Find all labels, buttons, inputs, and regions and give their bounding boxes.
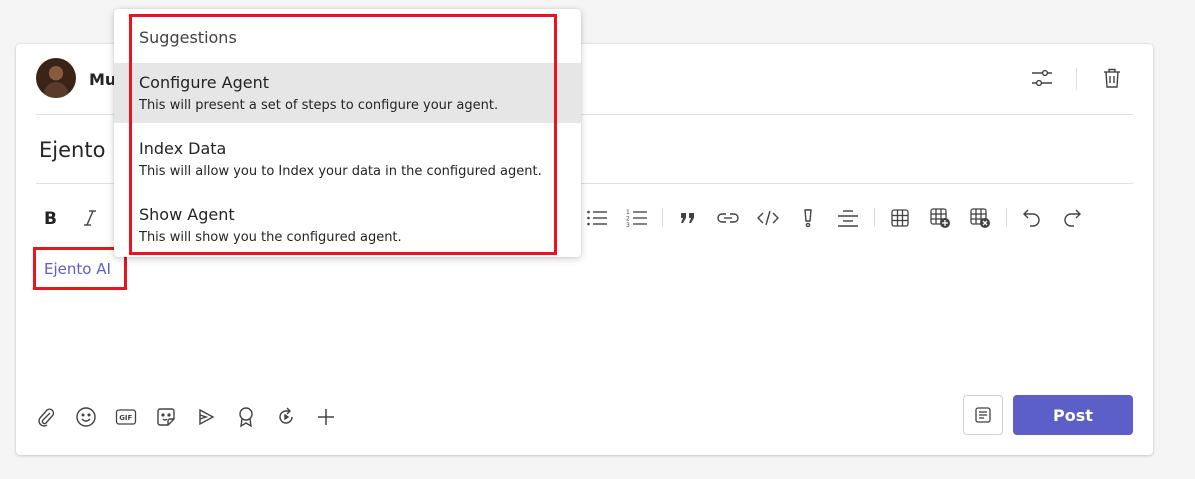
header-divider [1076,68,1077,90]
emoji-icon[interactable] [72,403,100,431]
bulleted-list-icon[interactable] [583,204,611,232]
toolbar-separator [662,208,663,226]
redo-icon[interactable] [1058,204,1086,232]
suggestion-description: This will show you the configured agent. [139,230,402,245]
praise-icon[interactable] [232,403,260,431]
svg-text:GIF: GIF [119,414,132,422]
options-sliders-icon[interactable] [1028,64,1056,92]
gif-icon[interactable]: GIF [112,403,140,431]
toolbar-separator [874,208,875,226]
sticker-icon[interactable] [152,403,180,431]
suggestion-index-data[interactable]: Index Data This will allow you to Index … [114,129,581,189]
suggestions-title: Suggestions [139,28,237,47]
italic-icon[interactable] [76,204,104,232]
svg-text:B: B [44,209,57,227]
user-name: Mu [89,70,117,89]
loop-icon[interactable] [272,403,300,431]
delete-table-icon[interactable] [966,204,994,232]
code-icon[interactable] [754,204,782,232]
post-button[interactable]: Post [1013,395,1133,435]
suggestion-description: This will present a set of steps to conf… [139,98,499,113]
add-icon[interactable] [312,403,340,431]
suggestion-description: This will allow you to Index your data i… [139,164,542,179]
quote-icon[interactable] [674,204,702,232]
format-toggle-button[interactable] [963,395,1003,435]
suggestion-title: Show Agent [139,205,235,224]
insert-table-icon[interactable] [926,204,954,232]
link-icon[interactable] [714,204,742,232]
highlight-icon[interactable] [794,204,822,232]
avatar [36,58,76,98]
undo-icon[interactable] [1018,204,1046,232]
mention-chip[interactable]: Ejento AI [44,260,111,278]
trash-icon[interactable] [1098,64,1126,92]
suggestion-configure-agent[interactable]: Configure Agent This will present a set … [114,63,581,123]
align-icon[interactable] [834,204,862,232]
attach-icon[interactable] [32,403,60,431]
bold-icon[interactable]: B [36,204,64,232]
suggestions-popup: Suggestions Configure Agent This will pr… [114,9,581,257]
table-icon[interactable] [886,204,914,232]
svg-text:3: 3 [626,222,630,228]
suggestion-title: Configure Agent [139,73,269,92]
stream-icon[interactable] [192,403,220,431]
numbered-list-icon[interactable]: 1 2 3 [623,204,651,232]
toolbar-separator [1006,208,1007,226]
suggestion-title: Index Data [139,139,227,158]
suggestion-show-agent[interactable]: Show Agent This will show you the config… [114,195,581,255]
